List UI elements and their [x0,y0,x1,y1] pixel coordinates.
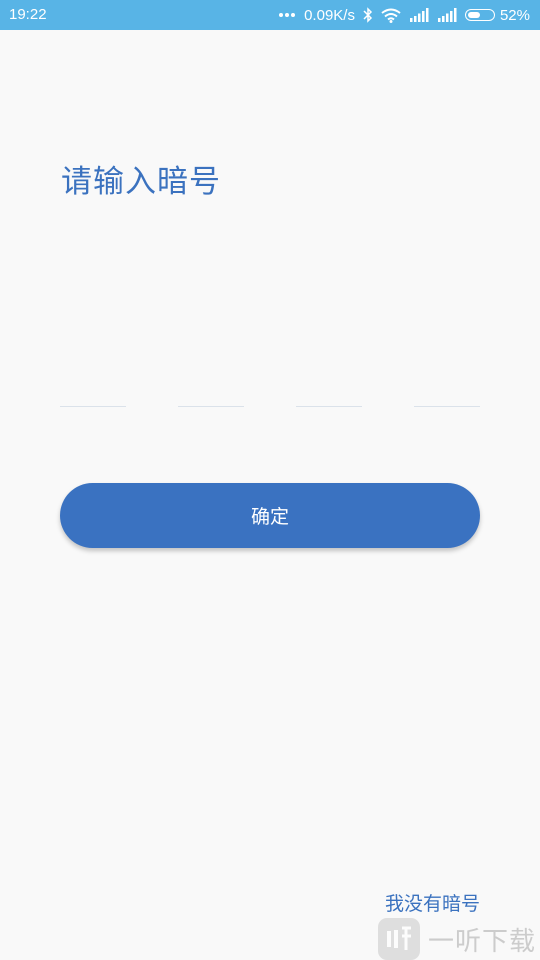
page-title: 请输入暗号 [61,164,221,200]
watermark-text: 一听下载 [428,926,537,957]
code-input-4[interactable] [414,380,480,407]
confirm-button[interactable]: 确定 [60,483,480,548]
code-input-row [60,380,480,408]
signal-icon [437,8,457,22]
signal-icon [409,8,429,22]
code-input-1[interactable] [60,380,126,407]
no-code-link[interactable]: 我没有暗号 [385,889,480,916]
code-input-2[interactable] [178,380,244,407]
wifi-icon [381,8,401,23]
watermark: 一听下载 [378,918,538,960]
bluetooth-icon [363,7,373,23]
battery: 52% [464,6,530,24]
battery-icon [464,9,495,21]
network-speed: 0.09K/s [304,6,355,24]
code-input-3[interactable] [296,380,362,407]
watermark-logo-icon [378,918,420,960]
confirm-button-label: 确定 [250,506,289,528]
battery-percent: 52% [499,6,530,24]
status-bar: 19:22 0.09K/s 52% [0,0,540,30]
more-dots-icon [279,13,296,17]
status-icons: 0.09K/s 52% [278,0,530,30]
status-time: 19:22 [9,6,47,23]
battery-fill [467,12,480,18]
